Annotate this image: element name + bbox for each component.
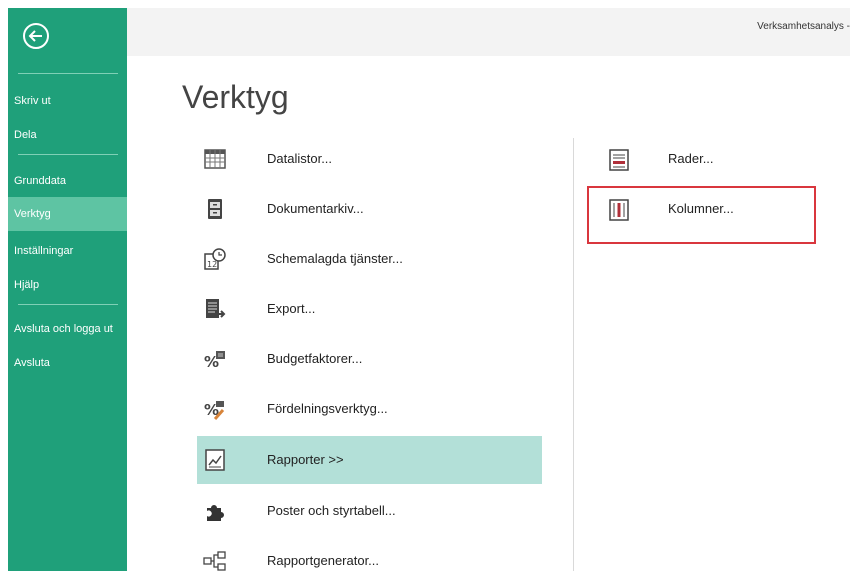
tool-label: Rapportgenerator... — [267, 553, 380, 568]
tool-budgetfaktorer[interactable]: % Budgetfaktorer... — [197, 335, 542, 383]
tool-label: Datalistor... — [267, 151, 333, 166]
back-button[interactable] — [22, 22, 50, 50]
tool-label: Poster och styrtabell... — [267, 503, 396, 518]
sidebar-item-skriv-ut[interactable]: Skriv ut — [8, 84, 127, 118]
sidebar-item-dela[interactable]: Dela — [8, 118, 127, 152]
sidebar-divider — [18, 304, 118, 305]
back-arrow-icon — [23, 23, 49, 49]
tool-label: Dokumentarkiv... — [267, 201, 364, 216]
sidebar-item-avsluta-logga-ut[interactable]: Avsluta och logga ut — [8, 312, 127, 346]
tool-datalistor[interactable]: Datalistor... — [197, 135, 542, 183]
percent-brush-icon: % — [203, 397, 227, 421]
report-kolumner[interactable]: Kolumner... — [602, 190, 817, 230]
sidebar-divider — [18, 154, 118, 155]
tool-dokumentarkiv[interactable]: Dokumentarkiv... — [197, 185, 542, 233]
report-rader[interactable]: Rader... — [602, 140, 817, 180]
grid-table-icon — [203, 147, 227, 171]
tool-rapporter[interactable]: Rapporter >> — [197, 436, 542, 484]
sidebar: Skriv ut Dela Grunddata Verktyg Inställn… — [8, 8, 127, 571]
page-title: Verktyg — [182, 79, 289, 115]
export-icon — [203, 297, 227, 321]
percent-factor-icon: % — [203, 347, 227, 371]
tool-poster-och-styrtabell[interactable]: Poster och styrtabell... — [197, 487, 542, 535]
sidebar-item-avsluta[interactable]: Avsluta — [8, 346, 127, 380]
tool-schemalagda-tjanster[interactable]: 12 Schemalagda tjänster... — [197, 235, 542, 283]
report-label: Kolumner... — [668, 201, 734, 216]
tool-fordelningsverktyg[interactable]: % Fördelningsverktyg... — [197, 385, 542, 433]
calendar-clock-icon: 12 — [203, 247, 227, 271]
sidebar-item-installningar[interactable]: Inställningar — [8, 234, 127, 268]
tool-label: Rapporter >> — [267, 452, 344, 467]
report-chart-icon — [203, 448, 227, 472]
sidebar-item-grunddata[interactable]: Grunddata — [8, 164, 127, 198]
sidebar-divider — [18, 73, 118, 74]
tool-label: Export... — [267, 301, 316, 316]
document-archive-icon — [203, 197, 227, 221]
tool-label: Fördelningsverktyg... — [267, 401, 388, 416]
report-label: Rader... — [668, 151, 714, 166]
tool-label: Budgetfaktorer... — [267, 351, 363, 366]
sidebar-item-verktyg[interactable]: Verktyg — [8, 197, 127, 231]
top-bar: Verksamhetsanalys - — [127, 8, 850, 56]
hierarchy-icon — [203, 549, 227, 573]
column-divider — [573, 138, 574, 571]
tool-export[interactable]: Export... — [197, 285, 542, 333]
report-columns-icon — [608, 198, 630, 222]
svg-text:12: 12 — [207, 260, 217, 269]
tool-rapportgenerator[interactable]: Rapportgenerator... — [197, 537, 542, 585]
puzzle-piece-icon — [203, 499, 227, 523]
report-rows-icon — [608, 148, 630, 172]
sidebar-item-hjalp[interactable]: Hjälp — [8, 268, 127, 302]
app-title: Verksamhetsanalys - — [757, 21, 850, 32]
tool-label: Schemalagda tjänster... — [267, 251, 403, 266]
